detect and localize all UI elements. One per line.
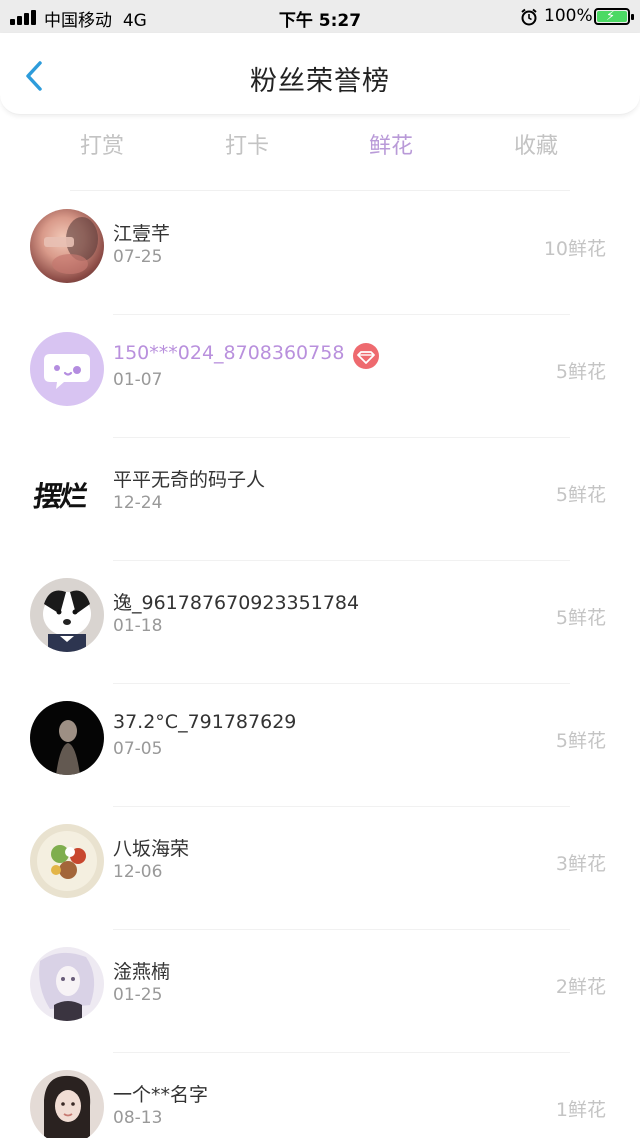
fan-date: 08-13 xyxy=(113,1108,163,1128)
avatar[interactable] xyxy=(30,209,104,283)
list-item[interactable]: 八坂海荣 12-06 3鲜花 xyxy=(0,807,640,930)
tab-checkin[interactable]: 打卡 xyxy=(207,128,287,160)
flower-count: 1鲜花 xyxy=(555,1099,606,1121)
status-bar: 中国移动 4G 下午 5:27 100% ⚡ xyxy=(0,0,640,33)
fan-name: 逸_961787670923351784 xyxy=(113,592,360,614)
avatar[interactable]: 摆烂 xyxy=(30,455,104,529)
tabs-divider xyxy=(70,190,570,191)
flower-count: 5鲜花 xyxy=(555,361,606,383)
flower-count: 3鲜花 xyxy=(555,853,606,875)
fan-date: 07-25 xyxy=(113,247,163,267)
list-item[interactable]: 摆烂 平平无奇的码子人 12-24 5鲜花 xyxy=(0,438,640,561)
fan-date: 01-25 xyxy=(113,985,163,1005)
fan-name: 一个**名字 xyxy=(113,1084,209,1106)
alarm-icon xyxy=(521,8,537,26)
tab-flowers[interactable]: 鲜花 xyxy=(351,128,431,160)
list-item[interactable]: 江壹芊 07-25 10鲜花 xyxy=(0,192,640,315)
list-item[interactable]: 逸_961787670923351784 01-18 5鲜花 xyxy=(0,561,640,684)
battery-icon: ⚡ xyxy=(594,8,634,25)
avatar[interactable] xyxy=(30,947,104,1021)
avatar[interactable] xyxy=(30,824,104,898)
fan-date: 07-05 xyxy=(113,739,163,759)
fan-date: 01-07 xyxy=(113,370,163,390)
list-item[interactable]: 淦燕楠 01-25 2鲜花 xyxy=(0,930,640,1053)
fan-name: 江壹芊 xyxy=(113,223,171,245)
fan-name: 150***024_8708360758 xyxy=(113,342,345,364)
fan-date: 01-18 xyxy=(113,616,163,636)
tab-reward[interactable]: 打赏 xyxy=(62,128,142,160)
avatar[interactable] xyxy=(30,701,104,775)
nav-bar: 粉丝荣誉榜 xyxy=(0,33,640,115)
fan-name: 平平无奇的码子人 xyxy=(113,469,266,491)
diamond-icon xyxy=(353,343,379,369)
flower-count: 5鲜花 xyxy=(555,607,606,629)
fan-name: 淦燕楠 xyxy=(113,961,171,983)
fan-date: 12-24 xyxy=(113,493,163,513)
calligraphy-avatar-text: 摆烂 xyxy=(31,480,89,513)
fan-name: 37.2°C_791787629 xyxy=(113,711,297,733)
battery-percent: 100% xyxy=(544,6,593,26)
avatar[interactable] xyxy=(30,332,104,406)
fan-name: 八坂海荣 xyxy=(113,838,190,860)
list-item[interactable]: 一个**名字 08-13 1鲜花 xyxy=(0,1053,640,1138)
flower-count: 2鲜花 xyxy=(555,976,606,998)
tab-bar: 打赏 打卡 鲜花 收藏 xyxy=(0,122,640,166)
list-item[interactable]: 150***024_8708360758 01-07 5鲜花 xyxy=(0,315,640,438)
tab-favorites[interactable]: 收藏 xyxy=(496,128,576,160)
list-item[interactable]: 37.2°C_791787629 07-05 5鲜花 xyxy=(0,684,640,807)
avatar[interactable] xyxy=(30,1070,104,1138)
flower-count: 10鲜花 xyxy=(543,238,606,260)
flower-count: 5鲜花 xyxy=(555,484,606,506)
flower-count: 5鲜花 xyxy=(555,730,606,752)
avatar[interactable] xyxy=(30,578,104,652)
chat-bubble-icon xyxy=(44,354,90,389)
page-title: 粉丝荣誉榜 xyxy=(250,66,390,97)
fan-date: 12-06 xyxy=(113,862,163,882)
